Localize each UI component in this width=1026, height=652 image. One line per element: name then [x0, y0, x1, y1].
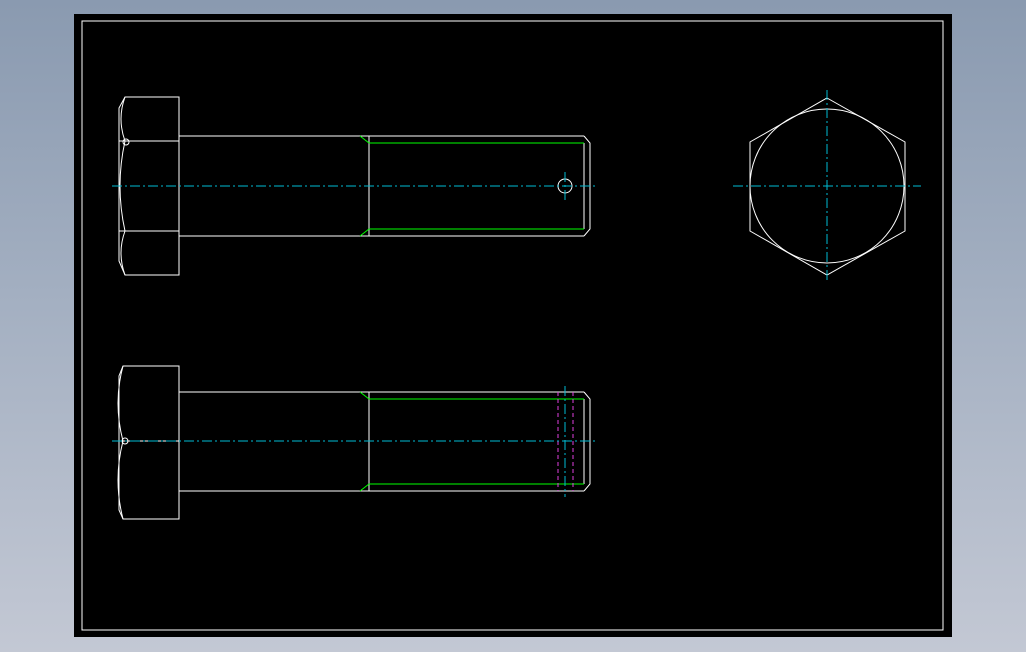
- head-small-mark: [122, 138, 130, 146]
- centerlines-end-view: [733, 90, 921, 280]
- sheet-border: [81, 20, 944, 631]
- head-chamfer-arc-bottom: [120, 230, 126, 276]
- cad-drawing: [81, 20, 944, 631]
- centerlines-top: [112, 172, 598, 200]
- bolt-side-view-lower: [117, 365, 591, 520]
- centerlines-bottom: [112, 386, 598, 497]
